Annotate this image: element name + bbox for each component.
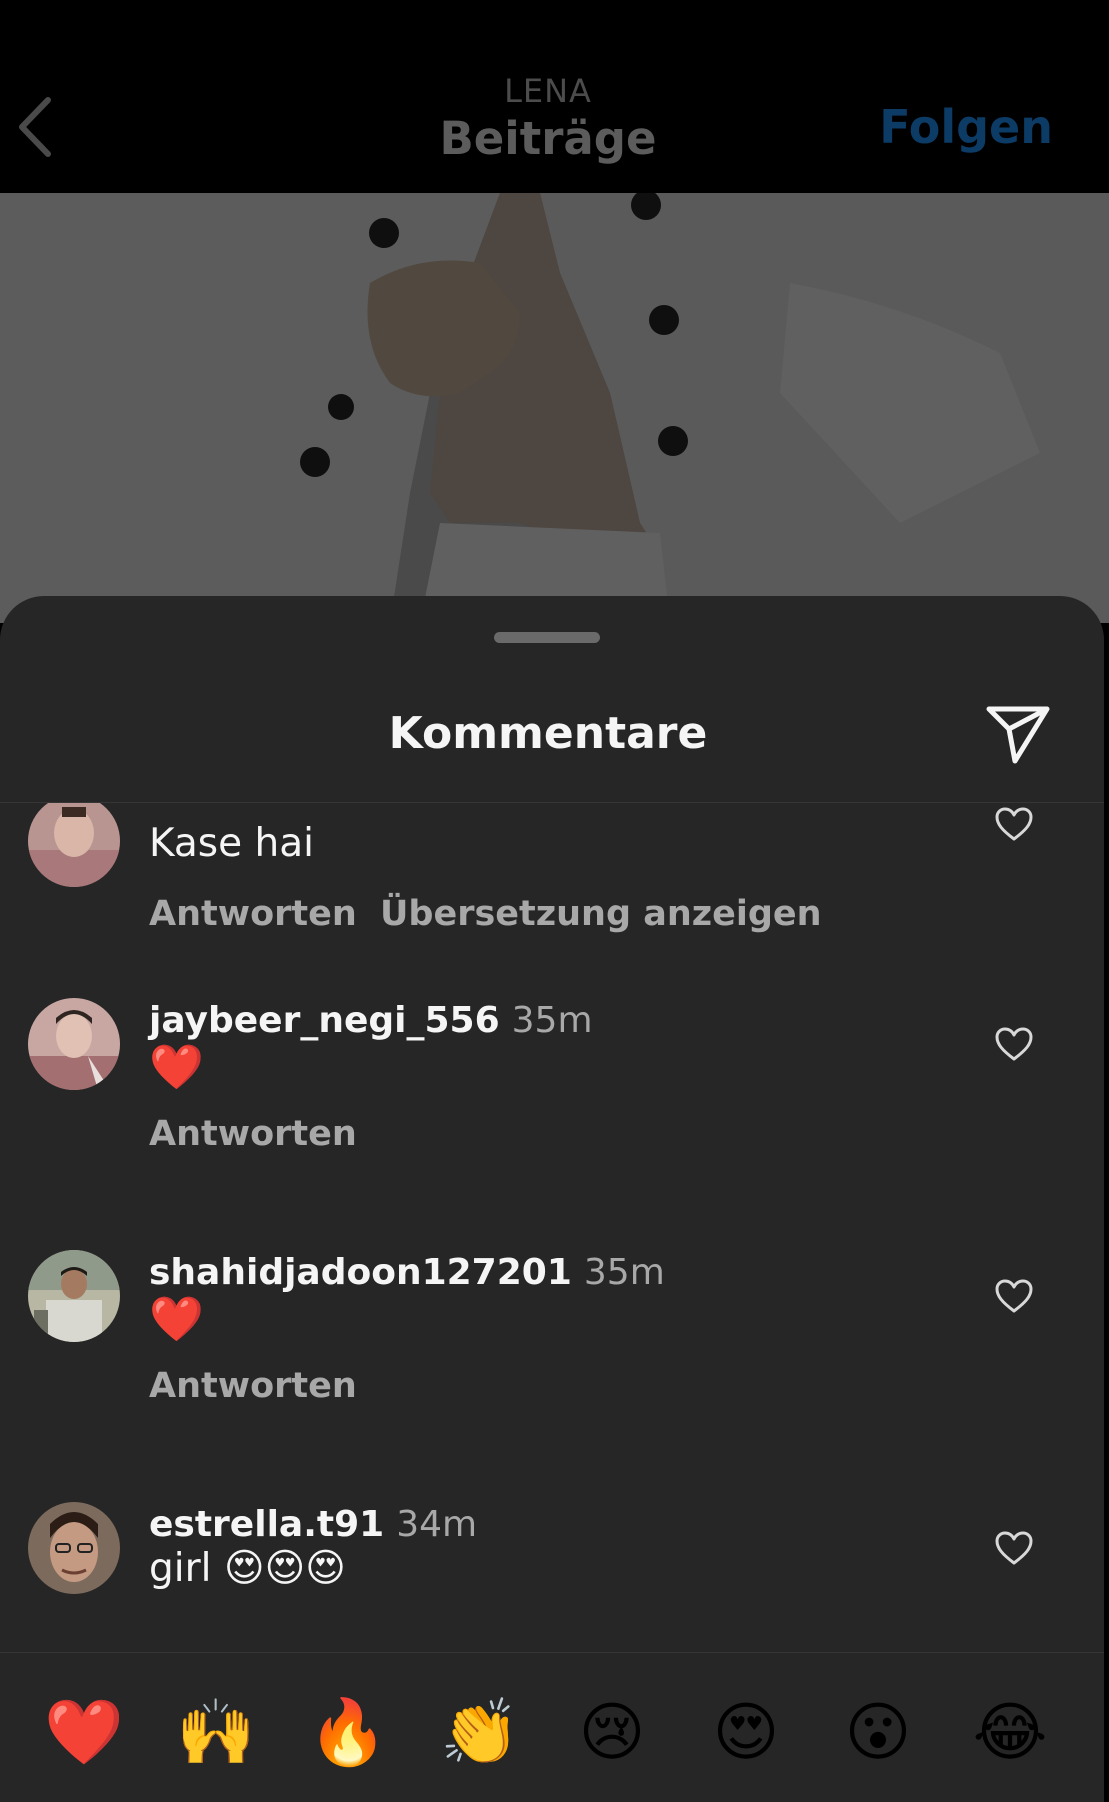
emoji-fire-button[interactable]: 🔥	[308, 1693, 388, 1773]
comments-sheet: Kommentare Kase hai Antworten Übersetzun…	[0, 596, 1104, 1802]
comment-time: 35m	[511, 1000, 593, 1041]
emoji-clap-button[interactable]: 👏	[440, 1693, 520, 1773]
emoji-surprised-button[interactable]: 😮	[838, 1693, 918, 1773]
comment-username[interactable]: estrella.t91 34m	[149, 1504, 477, 1545]
emoji-crying-button[interactable]: 😢	[572, 1693, 652, 1773]
follow-button[interactable]: Folgen	[879, 100, 1053, 154]
sheet-title: Kommentare	[388, 708, 708, 759]
emoji-heart-eyes-button[interactable]: 😍	[706, 1693, 786, 1773]
heart-outline-icon[interactable]	[994, 1530, 1034, 1566]
post-image	[0, 193, 1109, 623]
comment-text: ❤️	[149, 1294, 204, 1345]
show-translation-button[interactable]: Übersetzung anzeigen	[380, 894, 822, 934]
reply-button[interactable]: Antworten	[149, 1114, 357, 1154]
comment-item: jaybeer_negi_556 35m ❤️ Antworten	[0, 992, 1104, 1244]
reply-button[interactable]: Antworten	[149, 894, 357, 934]
comment-username[interactable]	[149, 803, 161, 821]
comment-username[interactable]: shahidjadoon127201 35m	[149, 1252, 665, 1293]
comment-text: Kase hai	[149, 821, 314, 866]
avatar[interactable]	[28, 1502, 120, 1594]
avatar[interactable]	[28, 1250, 120, 1342]
heart-outline-icon[interactable]	[994, 806, 1034, 842]
reply-button[interactable]: Antworten	[149, 1366, 357, 1406]
heart-outline-icon[interactable]	[994, 1026, 1034, 1062]
app-screen: LENA Beiträge Folgen Kommentare Kase hai…	[0, 0, 1109, 1802]
comment-username-text[interactable]: jaybeer_negi_556	[149, 1000, 500, 1041]
comment-username-text[interactable]: estrella.t91	[149, 1504, 384, 1545]
comment-item: Kase hai Antworten Übersetzung anzeigen	[0, 803, 1104, 992]
avatar[interactable]	[28, 803, 120, 887]
comment-item: shahidjadoon127201 35m ❤️ Antworten	[0, 1244, 1104, 1496]
emoji-raising-hands-button[interactable]: 🙌	[176, 1693, 256, 1773]
comment-item: estrella.t91 34m girl 😍😍😍	[0, 1496, 1104, 1652]
comment-username[interactable]: jaybeer_negi_556 35m	[149, 1000, 593, 1041]
quick-reaction-bar: ❤️ 🙌 🔥 👏 😢 😍 😮 😂	[0, 1653, 1104, 1802]
comments-list[interactable]: Kase hai Antworten Übersetzung anzeigen	[0, 803, 1104, 1652]
avatar[interactable]	[28, 998, 120, 1090]
comment-text: ❤️	[149, 1042, 204, 1093]
heart-outline-icon[interactable]	[994, 1278, 1034, 1314]
comment-username-text[interactable]: shahidjadoon127201	[149, 1252, 572, 1293]
top-nav-bar: LENA Beiträge Folgen	[0, 0, 1109, 193]
emoji-laughing-button[interactable]: 😂	[970, 1693, 1050, 1773]
emoji-heart-button[interactable]: ❤️	[44, 1693, 124, 1773]
sheet-grab-handle[interactable]	[494, 632, 600, 643]
comment-text: girl 😍😍😍	[149, 1546, 346, 1591]
paper-plane-icon[interactable]	[985, 703, 1051, 765]
comment-time: 34m	[396, 1504, 478, 1545]
comment-time: 35m	[583, 1252, 665, 1293]
